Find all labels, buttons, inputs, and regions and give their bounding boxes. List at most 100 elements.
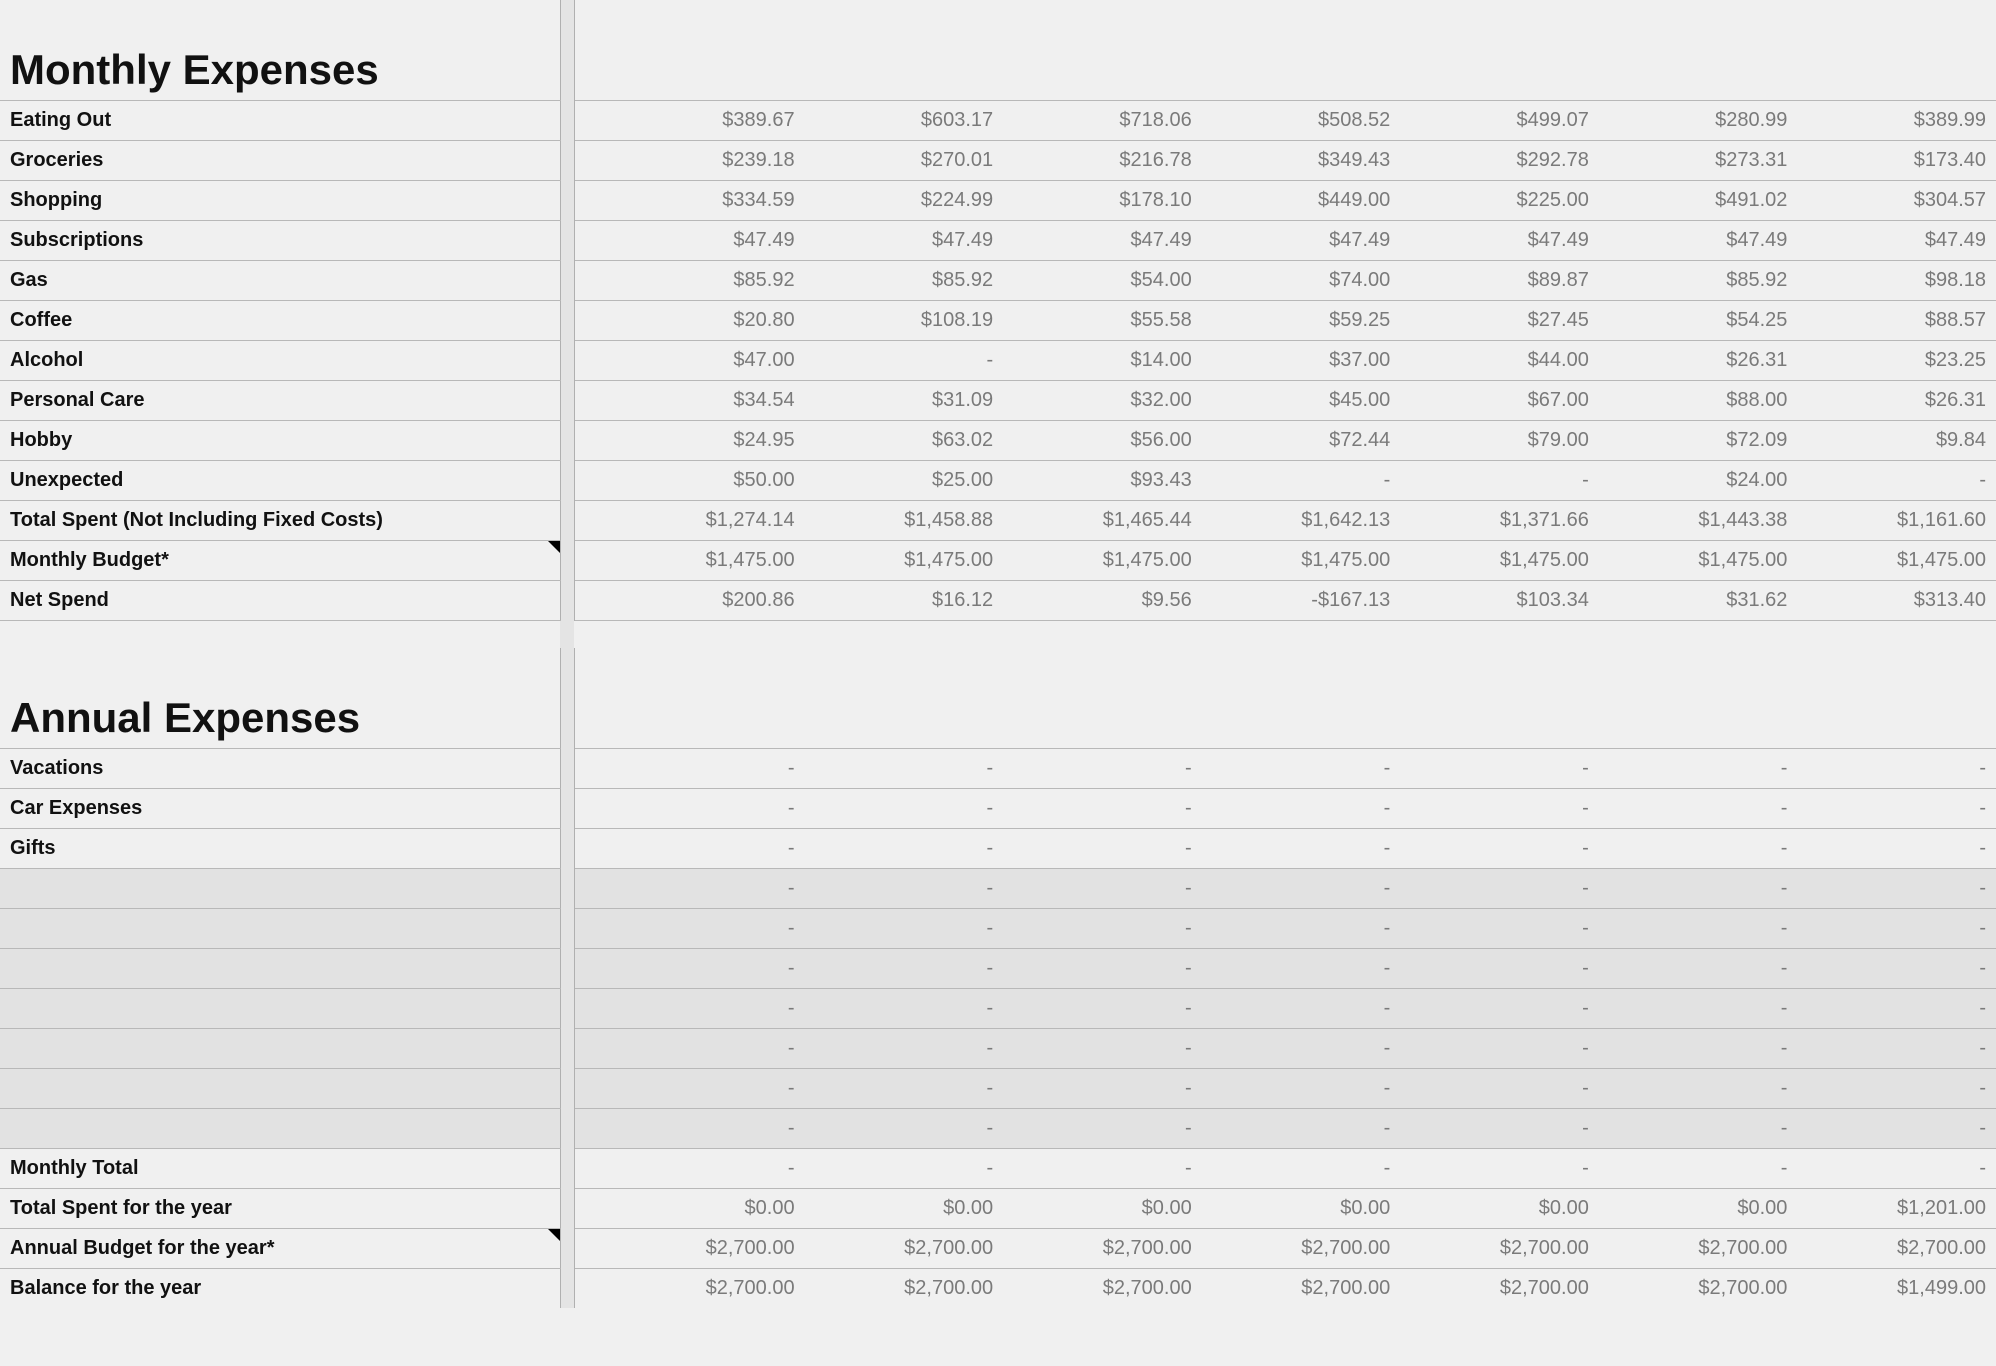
annual-row[interactable]: ------- (0, 988, 1996, 1028)
cell-value: $26.31 (1797, 380, 1996, 420)
annual-row[interactable]: ------- (0, 1068, 1996, 1108)
column-separator (560, 540, 574, 580)
cell-value: $63.02 (805, 420, 1004, 460)
monthly-row[interactable]: Groceries$239.18$270.01$216.78$349.43$29… (0, 140, 1996, 180)
cell-value: - (1003, 748, 1202, 788)
annual-row[interactable]: Monthly Total------- (0, 1148, 1996, 1188)
annual-row[interactable]: Total Spent for the year$0.00$0.00$0.00$… (0, 1188, 1996, 1228)
cell-value (1202, 648, 1401, 748)
monthly-row[interactable]: Coffee$20.80$108.19$55.58$59.25$27.45$54… (0, 300, 1996, 340)
annual-row[interactable]: ------- (0, 1028, 1996, 1068)
annual-row[interactable]: Annual Budget for the year*$2,700.00$2,7… (0, 1228, 1996, 1268)
cell-value: $0.00 (1202, 1188, 1401, 1228)
cell-value: - (1202, 868, 1401, 908)
cell-value: - (1003, 988, 1202, 1028)
monthly-row[interactable]: Personal Care$34.54$31.09$32.00$45.00$67… (0, 380, 1996, 420)
cell-value: - (805, 1068, 1004, 1108)
cell-value: - (1797, 988, 1996, 1028)
cell-value: $0.00 (805, 1188, 1004, 1228)
annual-row[interactable]: Vacations------- (0, 748, 1996, 788)
row-label (0, 1028, 560, 1068)
cell-value: $1,443.38 (1599, 500, 1798, 540)
section-title: Monthly Expenses (0, 0, 560, 100)
cell-value: $59.25 (1202, 300, 1401, 340)
monthly-row[interactable]: Total Spent (Not Including Fixed Costs)$… (0, 500, 1996, 540)
column-separator (560, 1268, 574, 1308)
column-separator (560, 220, 574, 260)
cell-value: $1,642.13 (1202, 500, 1401, 540)
row-label: Monthly Budget* (0, 540, 560, 580)
column-separator (560, 748, 574, 788)
cell-value: $47.49 (1400, 220, 1599, 260)
cell-value: $24.95 (606, 420, 805, 460)
cell-value: $47.49 (1797, 220, 1996, 260)
monthly-row[interactable]: Subscriptions$47.49$47.49$47.49$47.49$47… (0, 220, 1996, 260)
cell-value: $2,700.00 (805, 1228, 1004, 1268)
section-header-monthly[interactable]: Monthly Expenses (0, 0, 1996, 100)
cell-value: - (1202, 948, 1401, 988)
cell-value (1400, 0, 1599, 100)
cell-value: $2,700.00 (1400, 1268, 1599, 1308)
cell-value: - (1599, 868, 1798, 908)
cell-value: - (1202, 460, 1401, 500)
cell-value: -$167.13 (1202, 580, 1401, 620)
monthly-row[interactable]: Hobby$24.95$63.02$56.00$72.44$79.00$72.0… (0, 420, 1996, 460)
cell-value: $47.49 (1202, 220, 1401, 260)
annual-row[interactable]: Car Expenses------- (0, 788, 1996, 828)
cell-value: - (1599, 788, 1798, 828)
cell-value: $55.58 (1003, 300, 1202, 340)
cell-value: - (1797, 748, 1996, 788)
annual-row[interactable]: Gifts------- (0, 828, 1996, 868)
monthly-row[interactable]: Monthly Budget*$1,475.00$1,475.00$1,475.… (0, 540, 1996, 580)
cell-value: $2,700.00 (1202, 1268, 1401, 1308)
cell-value: - (1202, 1108, 1401, 1148)
cell-value: $2,700.00 (1797, 1228, 1996, 1268)
cell-value: $508.52 (1202, 100, 1401, 140)
cell-value: - (1599, 988, 1798, 1028)
annual-row[interactable]: ------- (0, 868, 1996, 908)
cell-value: $85.92 (1599, 260, 1798, 300)
cell-value: - (1400, 1028, 1599, 1068)
cell-value: $603.17 (805, 100, 1004, 140)
cell-value: $9.84 (1797, 420, 1996, 460)
cell-value: $239.18 (606, 140, 805, 180)
cell-value: - (606, 748, 805, 788)
cell-value: $2,700.00 (1202, 1228, 1401, 1268)
cell-value: $23.25 (1797, 340, 1996, 380)
annual-row[interactable]: ------- (0, 908, 1996, 948)
cell-value: $89.87 (1400, 260, 1599, 300)
monthly-row[interactable]: Net Spend$200.86$16.12$9.56-$167.13$103.… (0, 580, 1996, 620)
annual-row[interactable]: ------- (0, 948, 1996, 988)
cell-value (1003, 648, 1202, 748)
cell-value: - (1202, 1148, 1401, 1188)
monthly-row[interactable]: Shopping$334.59$224.99$178.10$449.00$225… (0, 180, 1996, 220)
cell-value (606, 0, 805, 100)
column-separator (560, 500, 574, 540)
cell-value: - (1797, 868, 1996, 908)
cell-value: $26.31 (1599, 340, 1798, 380)
cell-value: - (1400, 1068, 1599, 1108)
cell-value: $72.09 (1599, 420, 1798, 460)
cell-value: $718.06 (1003, 100, 1202, 140)
cell-value: $25.00 (805, 460, 1004, 500)
annual-row[interactable]: Balance for the year$2,700.00$2,700.00$2… (0, 1268, 1996, 1308)
column-separator (560, 868, 574, 908)
cell-value: - (1797, 828, 1996, 868)
monthly-row[interactable]: Unexpected$50.00$25.00$93.43--$24.00- (0, 460, 1996, 500)
cell-value: $85.92 (805, 260, 1004, 300)
cell-value (1202, 0, 1401, 100)
cell-value: - (1797, 908, 1996, 948)
cell-value: - (1202, 988, 1401, 1028)
monthly-row[interactable]: Gas$85.92$85.92$54.00$74.00$89.87$85.92$… (0, 260, 1996, 300)
cell-value: - (1797, 1068, 1996, 1108)
cell-value: - (1003, 908, 1202, 948)
monthly-row[interactable]: Alcohol$47.00-$14.00$37.00$44.00$26.31$2… (0, 340, 1996, 380)
cell-value: $313.40 (1797, 580, 1996, 620)
cell-value: - (1599, 1028, 1798, 1068)
cell-value: - (1400, 948, 1599, 988)
cell-value: - (1599, 908, 1798, 948)
annual-row[interactable]: ------- (0, 1108, 1996, 1148)
column-separator (560, 1228, 574, 1268)
monthly-row[interactable]: Eating Out$389.67$603.17$718.06$508.52$4… (0, 100, 1996, 140)
section-header-annual[interactable]: Annual Expenses (0, 648, 1996, 748)
